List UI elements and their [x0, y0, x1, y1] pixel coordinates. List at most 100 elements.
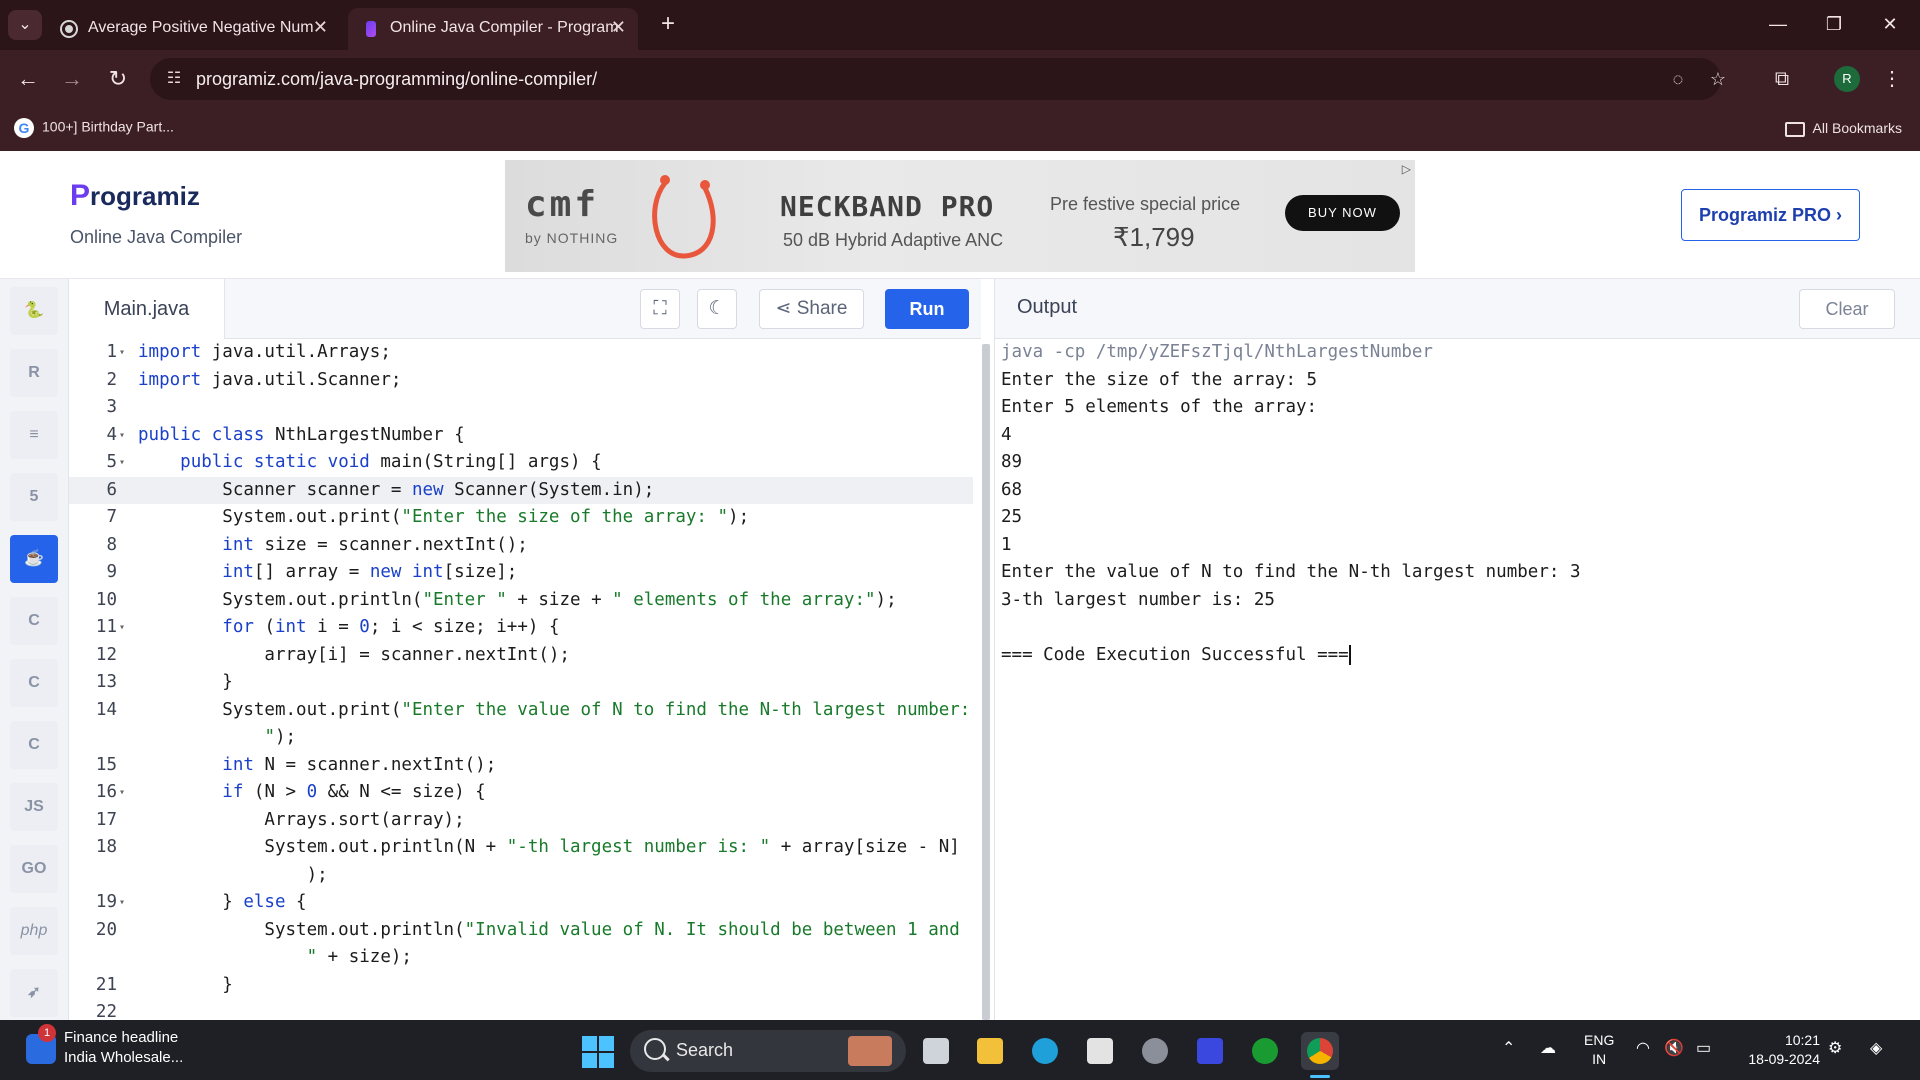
- minimize-button[interactable]: —: [1750, 8, 1806, 40]
- chrome-icon[interactable]: [1301, 1032, 1339, 1070]
- adchoices-icon[interactable]: ▷: [1402, 162, 1411, 176]
- restore-button[interactable]: ❐: [1806, 8, 1862, 40]
- code-line[interactable]: ");: [69, 724, 973, 752]
- code-line[interactable]: " + size);: [69, 944, 973, 972]
- clear-button[interactable]: Clear: [1799, 289, 1895, 329]
- code-line[interactable]: 12 array[i] = scanner.nextInt();: [69, 642, 973, 670]
- code-line[interactable]: 2 import java.util.Scanner;: [69, 367, 973, 395]
- share-button[interactable]: ⋖ Share: [759, 289, 864, 329]
- code-line[interactable]: 5 ▾ public static void main(String[] args…: [69, 449, 973, 477]
- code-line[interactable]: 8 int size = scanner.nextInt();: [69, 532, 973, 560]
- ad-buy-button[interactable]: BUY NOW: [1285, 195, 1400, 231]
- cpp-icon[interactable]: C: [10, 659, 58, 707]
- code-line[interactable]: 1 ▾ import java.util.Arrays;: [69, 339, 973, 367]
- code-line[interactable]: 18 System.out.println(N + "-th largest n…: [69, 834, 973, 862]
- volume-muted-icon[interactable]: 🔇: [1664, 1038, 1684, 1058]
- back-button[interactable]: ←: [12, 63, 44, 95]
- csharp-icon[interactable]: C: [10, 721, 58, 769]
- sql-icon[interactable]: ≡: [10, 411, 58, 459]
- python-icon[interactable]: 🐍: [10, 287, 58, 335]
- c-icon[interactable]: C: [10, 597, 58, 645]
- advertisement-banner[interactable]: cmf by NOTHING NECKBAND PRO 50 dB Hybrid…: [505, 160, 1415, 272]
- code-line[interactable]: 20 System.out.println("Invalid value of …: [69, 917, 973, 945]
- taskbar-search[interactable]: Search: [630, 1030, 906, 1072]
- profile-avatar[interactable]: R: [1834, 66, 1860, 92]
- wifi-icon[interactable]: ◠: [1636, 1038, 1650, 1058]
- code-line[interactable]: 14 System.out.print("Enter the value of …: [69, 697, 973, 725]
- fold-arrow-icon[interactable]: ▾: [119, 449, 131, 477]
- javascript-icon[interactable]: JS: [10, 783, 58, 831]
- onedrive-icon[interactable]: ☁: [1540, 1038, 1556, 1058]
- all-bookmarks[interactable]: All Bookmarks: [1784, 120, 1902, 137]
- address-bar[interactable]: ☷ programiz.com/java-programming/online-…: [150, 58, 1726, 100]
- php-icon[interactable]: php: [10, 907, 58, 955]
- eye-off-icon[interactable]: ◌: [1666, 67, 1690, 91]
- fold-arrow-icon[interactable]: ▾: [119, 779, 131, 807]
- code-line[interactable]: );: [69, 862, 973, 890]
- tab-average-positive[interactable]: Average Positive Negative Num ✕: [46, 8, 340, 50]
- code-line[interactable]: 9 int[] array = new int[size];: [69, 559, 973, 587]
- task-view-icon[interactable]: [917, 1032, 955, 1070]
- fold-arrow-icon[interactable]: ▾: [119, 889, 131, 917]
- fold-arrow-icon[interactable]: ▾: [119, 422, 131, 450]
- swift-icon[interactable]: ➶: [10, 969, 58, 1017]
- code-line[interactable]: 21 }: [69, 972, 973, 1000]
- code-line[interactable]: 10 System.out.println("Enter " + size + …: [69, 587, 973, 615]
- settings-app-icon[interactable]: [1136, 1032, 1174, 1070]
- start-button[interactable]: [582, 1036, 614, 1068]
- tab-search-button[interactable]: ⌄: [8, 10, 42, 40]
- more-menu-icon[interactable]: ⋮: [1876, 63, 1908, 95]
- close-tab-icon[interactable]: ✕: [611, 17, 626, 38]
- file-explorer-icon[interactable]: [971, 1032, 1009, 1070]
- programiz-pro-button[interactable]: Programiz PRO ›: [1681, 189, 1860, 241]
- code-line[interactable]: 7 System.out.print("Enter the size of th…: [69, 504, 973, 532]
- microsoft-store-icon[interactable]: [1081, 1032, 1119, 1070]
- xbox-icon[interactable]: [1246, 1032, 1284, 1070]
- forward-button[interactable]: →: [56, 63, 88, 95]
- r-icon[interactable]: R: [10, 349, 58, 397]
- fold-arrow-icon[interactable]: ▾: [119, 339, 131, 367]
- code-line[interactable]: 3: [69, 394, 973, 422]
- new-tab-button[interactable]: +: [652, 8, 684, 40]
- code-line[interactable]: 4 ▾ public class NthLargestNumber {: [69, 422, 973, 450]
- code-editor[interactable]: 1 ▾ import java.util.Arrays; 2 import java.u…: [69, 339, 981, 1020]
- fullscreen-icon[interactable]: ⛶: [640, 289, 680, 329]
- close-tab-icon[interactable]: ✕: [313, 17, 328, 38]
- code-line[interactable]: 22: [69, 999, 973, 1020]
- editor-scrollbar[interactable]: [982, 344, 990, 1020]
- code-editor-app-icon[interactable]: [1191, 1032, 1229, 1070]
- programiz-logo[interactable]: Programiz: [70, 179, 200, 213]
- go-icon[interactable]: GO: [10, 845, 58, 893]
- close-window-button[interactable]: ✕: [1862, 8, 1918, 40]
- code-line[interactable]: 13 }: [69, 669, 973, 697]
- input-language[interactable]: ENG IN: [1584, 1031, 1614, 1069]
- bookmark-star-icon[interactable]: ☆: [1706, 67, 1730, 91]
- run-button[interactable]: Run: [885, 289, 969, 329]
- code-line[interactable]: 6 Scanner scanner = new Scanner(System.i…: [69, 476, 973, 504]
- reload-button[interactable]: ↻: [102, 63, 134, 95]
- java-icon[interactable]: ☕: [10, 535, 58, 583]
- file-tab-main-java[interactable]: Main.java: [69, 279, 225, 339]
- dark-mode-icon[interactable]: ☾: [697, 289, 737, 329]
- bookmark-birthday[interactable]: G 100+] Birthday Part...: [14, 118, 174, 138]
- tab-online-java-compiler[interactable]: Online Java Compiler - Program ✕: [348, 8, 638, 50]
- code-line[interactable]: 19 ▾ } else {: [69, 889, 973, 917]
- copilot-icon[interactable]: ◈: [1870, 1038, 1882, 1058]
- site-info-icon[interactable]: ☷: [162, 67, 186, 91]
- html-icon[interactable]: 5: [10, 473, 58, 521]
- show-hidden-icons[interactable]: ⌃: [1502, 1038, 1515, 1058]
- code-line[interactable]: 11 ▾ for (int i = 0; i < size; i++) {: [69, 614, 973, 642]
- edge-icon[interactable]: [1026, 1032, 1064, 1070]
- output-console[interactable]: java -cp /tmp/yZEFszTjql/NthLargestNumbe…: [994, 339, 1920, 1020]
- ad-brand: cmf: [525, 184, 600, 225]
- notifications-icon[interactable]: ⚙: [1828, 1038, 1842, 1058]
- code-text: array[i] = scanner.nextInt();: [138, 644, 570, 665]
- fold-arrow-icon[interactable]: ▾: [119, 614, 131, 642]
- code-line[interactable]: 17 Arrays.sort(array);: [69, 807, 973, 835]
- extensions-icon[interactable]: ⧉: [1766, 63, 1798, 95]
- battery-icon[interactable]: ▭: [1696, 1038, 1711, 1058]
- code-text: " + size);: [306, 947, 412, 967]
- clock[interactable]: 10:21 18-09-2024: [1730, 1031, 1820, 1069]
- code-line[interactable]: 16 ▾ if (N > 0 && N <= size) {: [69, 779, 973, 807]
- code-line[interactable]: 15 int N = scanner.nextInt();: [69, 752, 973, 780]
